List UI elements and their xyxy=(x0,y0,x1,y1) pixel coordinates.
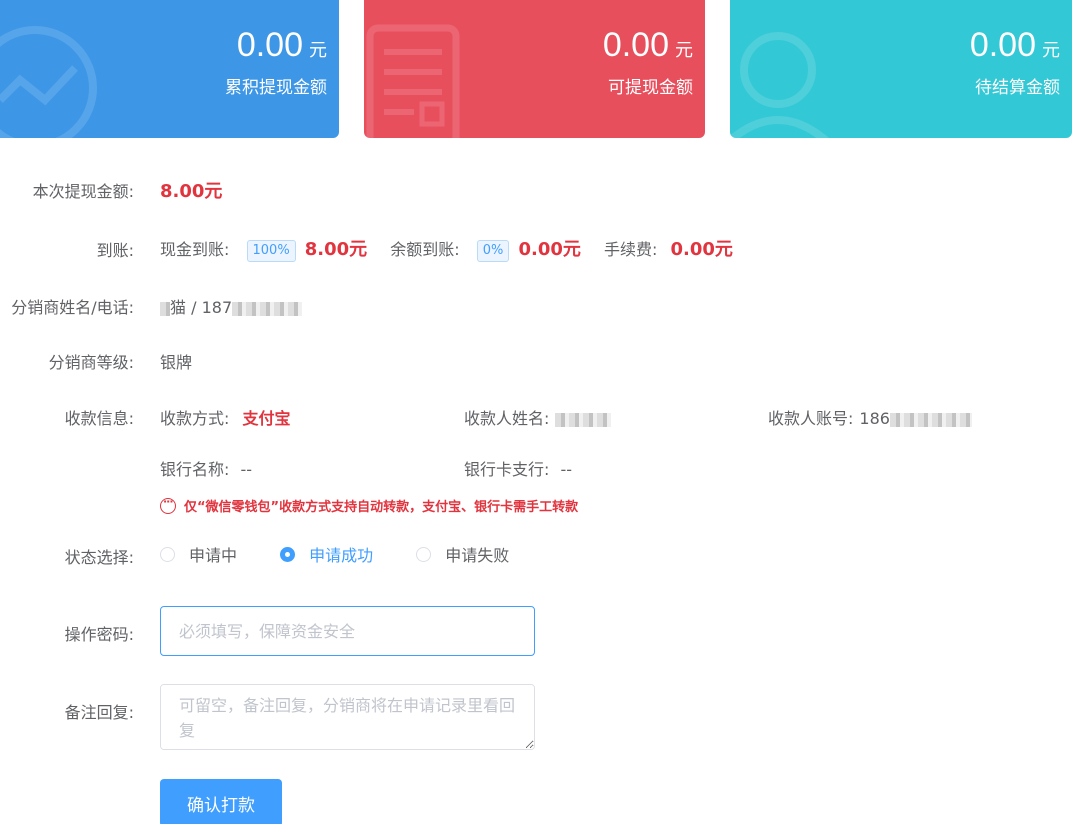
remark-textarea[interactable] xyxy=(160,684,535,750)
distributor-name: 猫 xyxy=(170,298,187,317)
radio-label[interactable]: 申请成功 xyxy=(309,542,373,566)
distributor-value: 猫 / 187 xyxy=(160,294,303,318)
cash-arrival-value: 8.00元 xyxy=(304,239,368,260)
password-label: 操作密码: xyxy=(64,625,134,644)
redacted-text xyxy=(554,412,611,427)
payee-method-value: 支付宝 xyxy=(242,409,291,428)
bank-name: 银行名称: -- xyxy=(160,456,252,480)
chart-icon xyxy=(0,26,97,138)
balance-arrival-value: 0.00元 xyxy=(518,239,581,260)
bank-name-label: 银行名称: xyxy=(160,460,230,479)
radio-circle[interactable] xyxy=(416,546,432,562)
bank-branch-value: -- xyxy=(560,460,573,479)
arrival-label: 到账: xyxy=(96,241,134,260)
confirm-payment-button[interactable]: 确认打款 xyxy=(160,779,282,824)
payee-name: 收款人姓名: xyxy=(464,405,611,429)
radio-circle[interactable] xyxy=(280,546,296,562)
redacted-text xyxy=(160,301,170,316)
withdraw-amount-value: 8.00元 xyxy=(160,181,223,202)
level-label: 分销商等级: xyxy=(48,353,134,372)
bank-branch: 银行卡支行: -- xyxy=(464,456,572,480)
arrival-details: 现金到账: 100% 8.00元 余额到账: 0% 0.00元 手续费: 0.0… xyxy=(160,235,733,262)
payee-account: 收款人账号: 186 xyxy=(768,405,972,429)
fee-label: 手续费: xyxy=(604,240,658,259)
level-value: 银牌 xyxy=(160,353,193,372)
status-radio-pending[interactable]: 申请中 xyxy=(160,542,237,566)
message-icon xyxy=(160,495,176,514)
bank-name-value: -- xyxy=(240,460,253,479)
radio-label[interactable]: 申请失败 xyxy=(445,542,509,566)
stat-unit: 元 xyxy=(1042,40,1060,61)
distributor-phone: 187 xyxy=(201,298,233,317)
document-icon xyxy=(366,24,460,138)
stat-card-total-withdrawn: 0.00 元 累积提现金额 xyxy=(0,0,339,138)
status-radio-group: 申请中 申请成功 申请失败 xyxy=(160,542,547,566)
user-icon xyxy=(730,32,830,138)
status-radio-success[interactable]: 申请成功 xyxy=(280,542,373,566)
distributor-label: 分销商姓名/电话: xyxy=(11,298,134,317)
status-radio-failed[interactable]: 申请失败 xyxy=(416,542,509,566)
payee-method-label: 收款方式: xyxy=(160,409,230,428)
transfer-notice: 仅“微信零钱包”收款方式支持自动转款，支付宝、银行卡需手工转款 xyxy=(160,495,579,515)
status-label: 状态选择: xyxy=(64,548,134,567)
fee-value: 0.00元 xyxy=(670,239,733,260)
redacted-text xyxy=(232,301,303,316)
stat-label: 待结算金额 xyxy=(975,78,1060,98)
stat-amount: 0.00 xyxy=(236,26,303,64)
radio-label[interactable]: 申请中 xyxy=(189,542,237,566)
stat-amount: 0.00 xyxy=(969,26,1036,64)
separator: / xyxy=(186,298,202,317)
radio-circle[interactable] xyxy=(160,546,175,562)
payee-account-label: 收款人账号: xyxy=(768,409,854,428)
payee-method: 收款方式: 支付宝 xyxy=(160,405,291,429)
balance-percent-tag: 0% xyxy=(476,239,510,262)
operation-password-input[interactable] xyxy=(160,606,535,656)
stat-label: 累积提现金额 xyxy=(225,78,327,98)
cash-arrival-label: 现金到账: xyxy=(160,240,230,259)
payee-account-value: 186 xyxy=(859,409,890,428)
stat-unit: 元 xyxy=(309,40,327,61)
stat-unit: 元 xyxy=(675,40,693,61)
balance-arrival-label: 余额到账: xyxy=(390,240,460,259)
payee-name-label: 收款人姓名: xyxy=(464,409,550,428)
bank-branch-label: 银行卡支行: xyxy=(464,460,550,479)
redacted-text xyxy=(889,412,972,427)
stat-amount: 0.00 xyxy=(602,26,669,64)
notice-text: 仅“微信零钱包”收款方式支持自动转款，支付宝、银行卡需手工转款 xyxy=(184,500,579,515)
stat-card-pending-settlement: 0.00 元 待结算金额 xyxy=(730,0,1072,138)
withdraw-amount-label: 本次提现金额: xyxy=(32,182,134,201)
remark-label: 备注回复: xyxy=(64,703,134,722)
stat-label: 可提现金额 xyxy=(608,78,693,98)
stat-card-withdrawable: 0.00 元 可提现金额 xyxy=(364,0,705,138)
payee-info-label: 收款信息: xyxy=(64,409,134,428)
cash-percent-tag: 100% xyxy=(246,239,296,262)
